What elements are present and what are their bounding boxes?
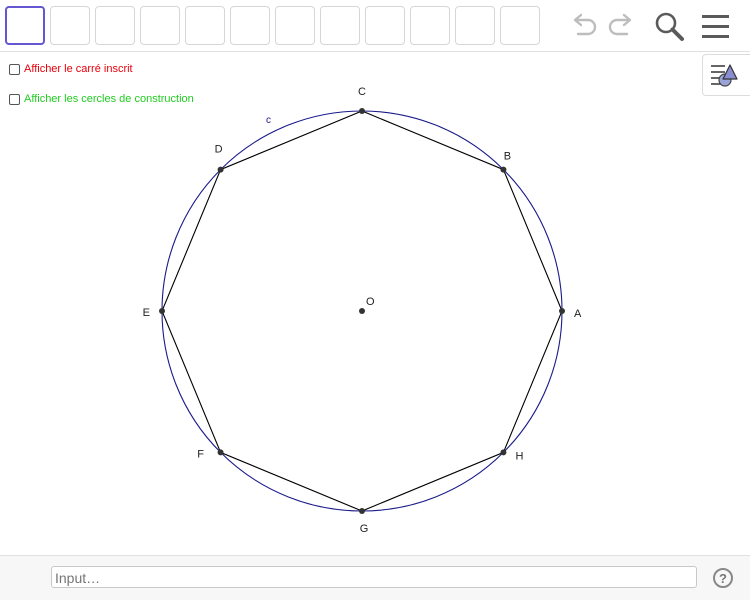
point-label-G: G — [360, 523, 369, 535]
center-label: O — [366, 296, 375, 308]
tool-button-6[interactable] — [230, 6, 270, 45]
point-label-B: B — [504, 151, 511, 163]
tool-button-12[interactable] — [500, 6, 540, 45]
point-G[interactable] — [359, 508, 365, 514]
search-button[interactable] — [652, 10, 686, 44]
point-E[interactable] — [159, 308, 165, 314]
help-button[interactable]: ? — [713, 568, 733, 588]
point-B[interactable] — [500, 166, 507, 173]
point-O[interactable] — [359, 308, 365, 314]
tool-button-3[interactable] — [95, 6, 135, 45]
help-icon: ? — [719, 571, 727, 586]
point-D[interactable] — [217, 166, 224, 173]
menu-button[interactable] — [700, 12, 732, 42]
point-F[interactable] — [217, 449, 224, 456]
point-label-D: D — [215, 144, 223, 156]
redo-icon — [608, 13, 632, 36]
point-label-E: E — [143, 307, 150, 319]
point-H[interactable] — [500, 449, 507, 456]
algebra-input-field[interactable] — [51, 566, 697, 588]
tool-button-8[interactable] — [320, 6, 360, 45]
tool-button-2[interactable] — [50, 6, 90, 45]
search-icon — [655, 12, 684, 41]
point-C[interactable] — [359, 108, 365, 114]
input-bar: ? — [0, 555, 750, 600]
tool-button-9[interactable] — [365, 6, 405, 45]
menu-icon — [702, 15, 729, 38]
tool-button-5[interactable] — [185, 6, 225, 45]
tool-button-11[interactable] — [455, 6, 495, 45]
point-label-A: A — [574, 308, 582, 320]
point-label-H: H — [515, 450, 523, 462]
circle-label: c — [266, 115, 271, 126]
tool-button-1[interactable] — [5, 6, 45, 45]
tool-button-7[interactable] — [275, 6, 315, 45]
tool-button-10[interactable] — [410, 6, 450, 45]
redo-button[interactable] — [605, 11, 637, 41]
graphics-view[interactable]: A B C D E F G H Oc — [0, 53, 750, 555]
point-label-C: C — [358, 86, 366, 98]
tool-button-4[interactable] — [140, 6, 180, 45]
toolbar — [0, 0, 750, 52]
point-A[interactable] — [559, 308, 565, 314]
undo-button[interactable] — [568, 11, 600, 41]
undo-icon — [573, 13, 597, 36]
point-label-F: F — [197, 448, 204, 460]
